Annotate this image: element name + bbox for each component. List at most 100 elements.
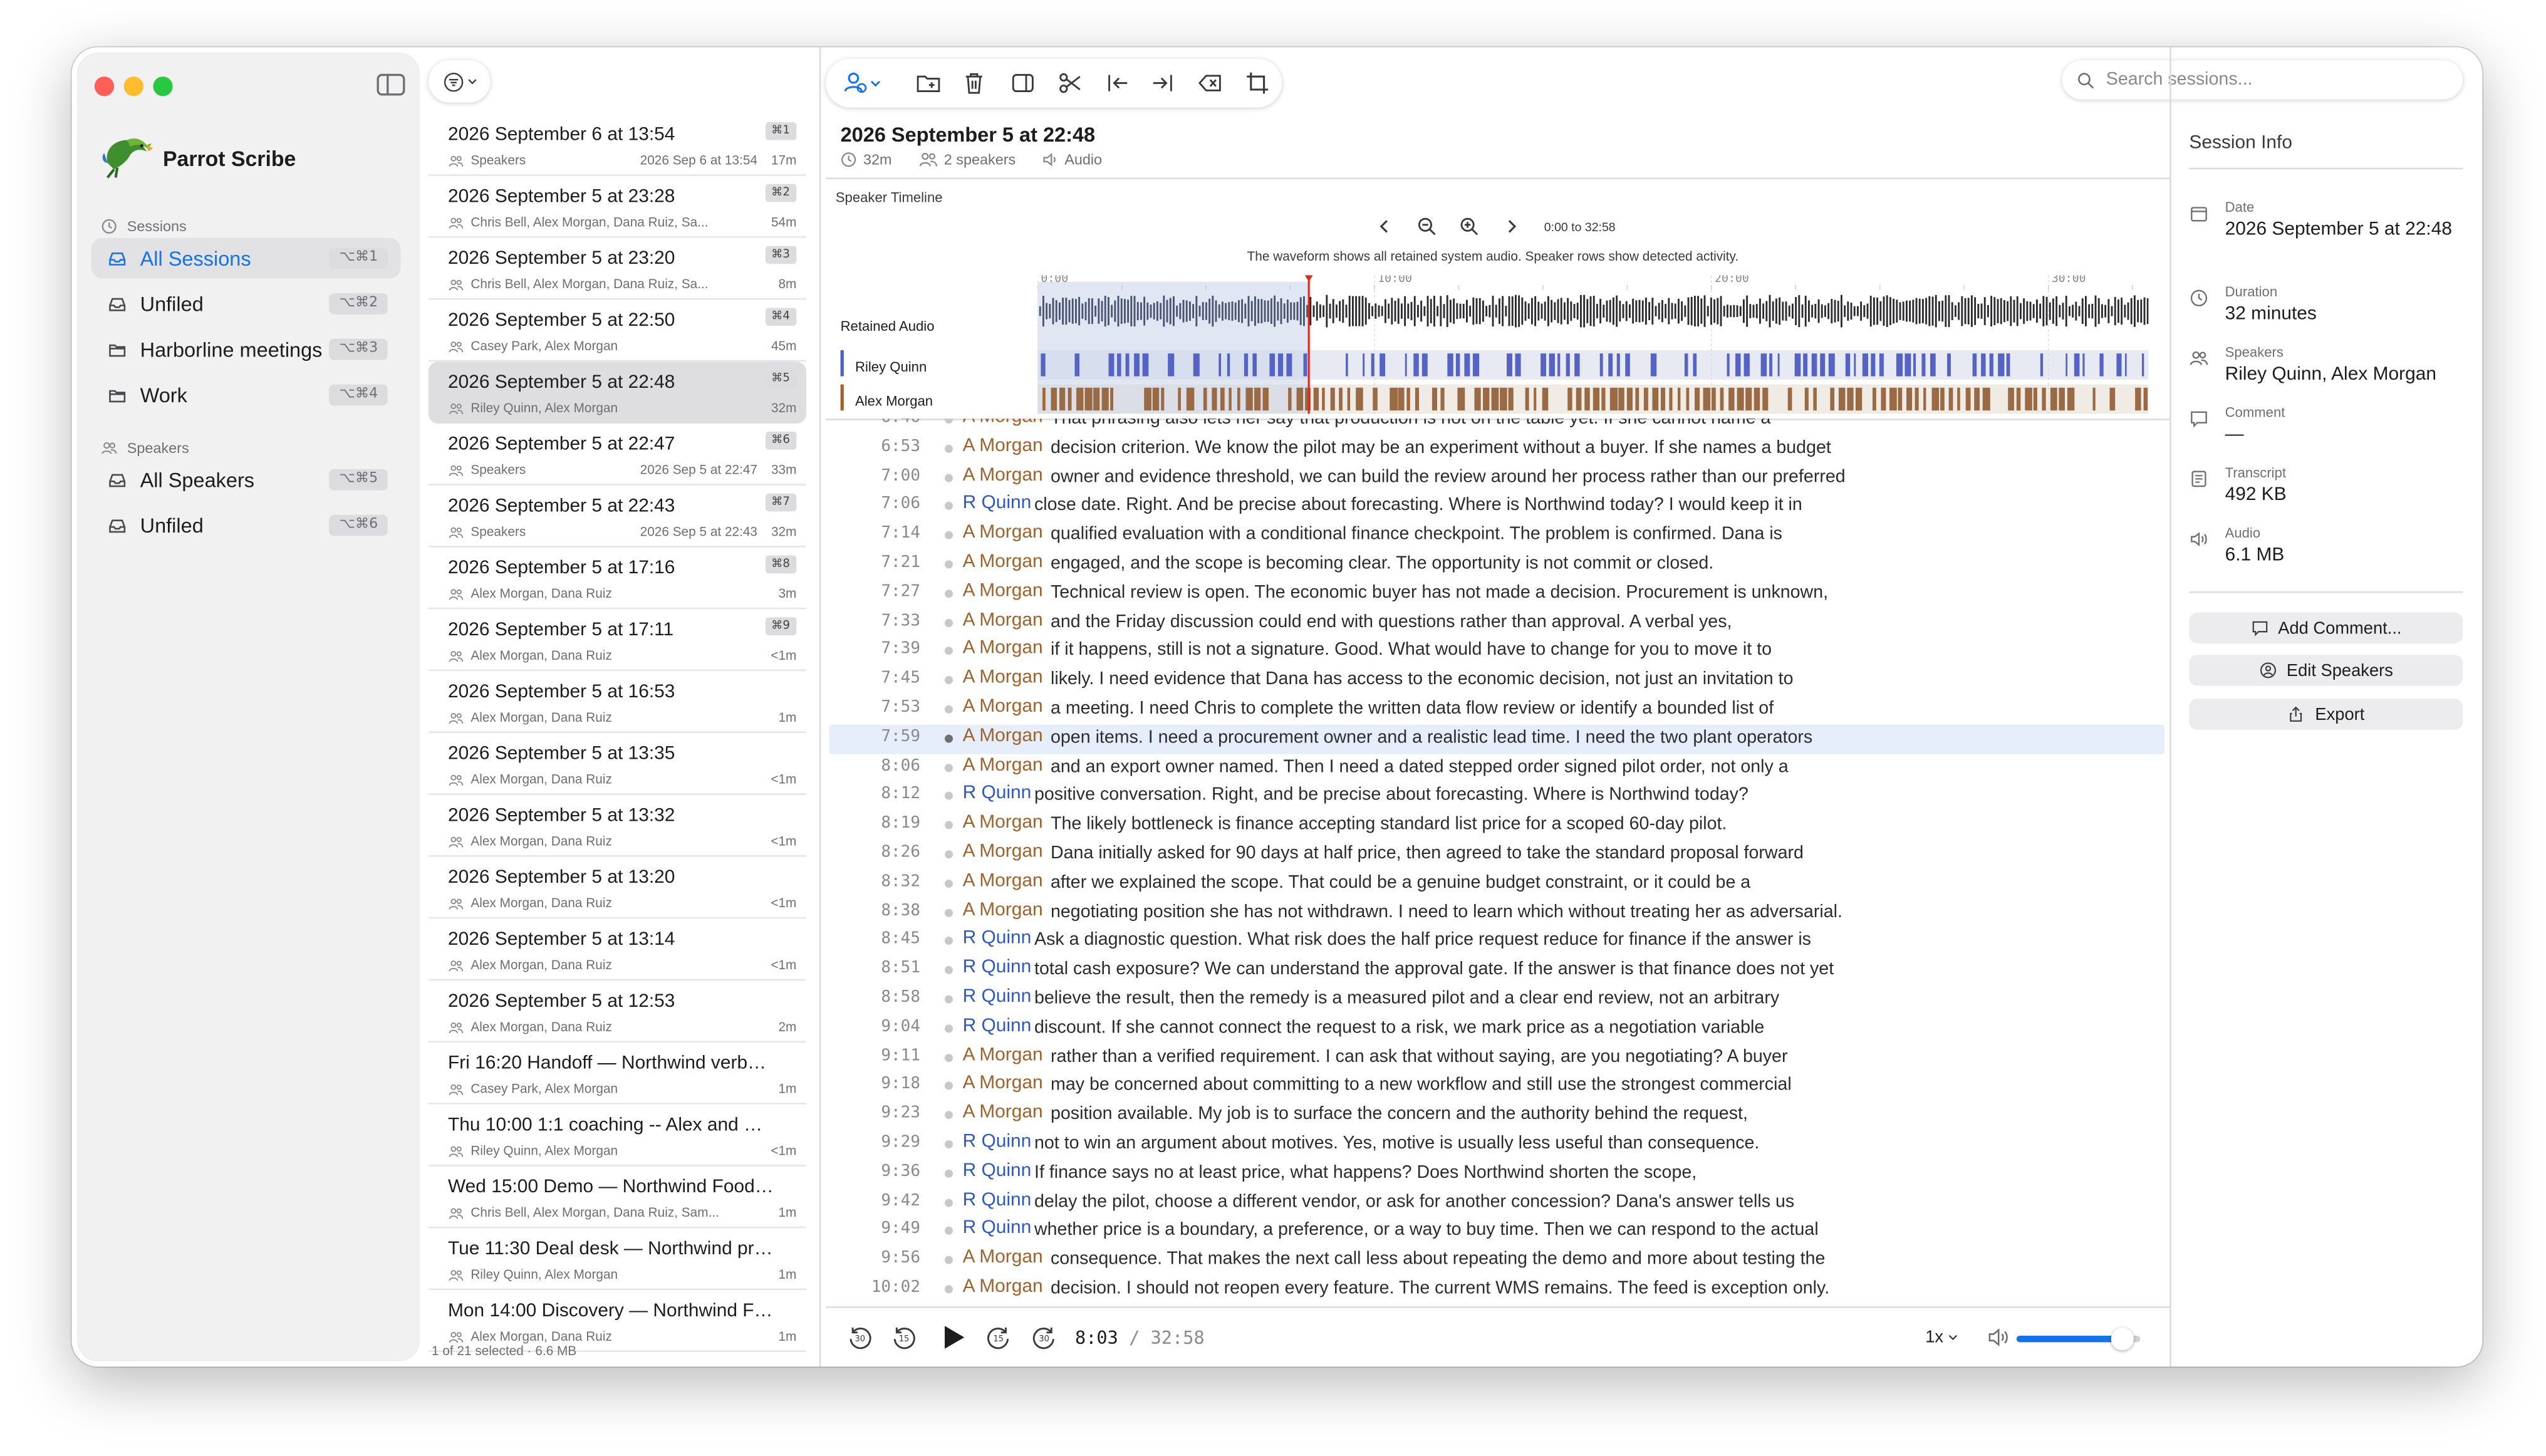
transcript-line[interactable]: 7:27 A Morgan Technical review is open. Th…	[829, 580, 2164, 608]
delete-backward-icon[interactable]	[1197, 70, 1224, 96]
speaker-name[interactable]: A Morgan	[963, 419, 1043, 427]
speaker-name[interactable]: R Quinn	[963, 929, 1032, 949]
export-button[interactable]: Export	[2189, 699, 2463, 730]
close-window-button[interactable]	[94, 76, 114, 96]
speaker-name[interactable]: A Morgan	[963, 668, 1043, 687]
speaker-name[interactable]: R Quinn	[963, 1016, 1032, 1036]
speaker-name[interactable]: A Morgan	[963, 639, 1043, 658]
transcript-line[interactable]: 6:46 A Morgan That phrasing also lets her …	[829, 419, 2164, 434]
sidebar-item-harborline-meetings[interactable]: Harborline meetings ⌥⌘3	[91, 329, 401, 370]
speaker-name[interactable]: R Quinn	[963, 1132, 1032, 1152]
transcript-line[interactable]: 7:21 A Morgan engaged, and the scope is be…	[829, 551, 2164, 580]
session-row[interactable]: 2026 September 5 at 17:16 Alex Morgan, Da…	[428, 548, 806, 610]
speaker-name[interactable]: A Morgan	[963, 1277, 1043, 1296]
trash-icon[interactable]	[961, 70, 987, 96]
minimize-window-button[interactable]	[123, 76, 143, 96]
transcript-line[interactable]: 8:51 R Quinn total cash exposure? We can u…	[829, 957, 2164, 985]
session-row[interactable]: 2026 September 5 at 12:53 Alex Morgan, Da…	[428, 980, 806, 1043]
transcript-line[interactable]: 9:23 A Morgan position available. My job i…	[829, 1101, 2164, 1130]
speaker-name[interactable]: A Morgan	[963, 697, 1043, 717]
speaker-name[interactable]: R Quinn	[963, 1219, 1032, 1239]
speaker-name[interactable]: R Quinn	[963, 494, 1032, 514]
session-row[interactable]: 2026 September 5 at 13:20 Alex Morgan, Da…	[428, 857, 806, 919]
transcript-line[interactable]: 9:42 R Quinn delay the pilot, choose a dif…	[829, 1188, 2164, 1217]
speaker-name[interactable]: R Quinn	[963, 987, 1032, 1006]
trim-start-icon[interactable]	[1104, 70, 1131, 96]
transcript-line[interactable]: 9:49 R Quinn whether price is a boundary, …	[829, 1217, 2164, 1246]
speaker-name[interactable]: A Morgan	[963, 552, 1043, 571]
transcript-line[interactable]: 7:45 A Morgan likely. I need evidence that…	[829, 667, 2164, 695]
speaker-timeline[interactable]: 0:00 10:00 20:00 30:00	[1037, 275, 2149, 422]
transcript-line[interactable]: 8:26 A Morgan Dana initially asked for 90 …	[829, 840, 2164, 869]
chevron-right-icon[interactable]	[1502, 217, 1521, 236]
speaker-name[interactable]: A Morgan	[963, 436, 1043, 455]
transcript-line[interactable]: 9:29 R Quinn not to win an argument about …	[829, 1130, 2164, 1159]
assign-speaker-button[interactable]	[842, 70, 881, 96]
speaker-name[interactable]: A Morgan	[963, 871, 1043, 890]
sidebar-item-all-speakers[interactable]: All Speakers ⌥⌘5	[91, 459, 401, 500]
session-row[interactable]: 2026 September 5 at 17:11 Alex Morgan, Da…	[428, 609, 806, 672]
play-button[interactable]	[937, 1321, 969, 1354]
session-row[interactable]: 2026 September 5 at 22:48 Riley Quinn, Al…	[428, 361, 806, 424]
session-row[interactable]: 2026 September 5 at 22:50 Casey Park, Ale…	[428, 299, 806, 362]
session-row[interactable]: 2026 September 5 at 22:43 Speakers 2026 Se…	[428, 486, 806, 548]
session-row[interactable]: Mon 14:00 Discovery — Northwind Fo... Ale…	[428, 1290, 806, 1352]
trim-end-icon[interactable]	[1150, 70, 1177, 96]
transcript-line[interactable]: 8:45 R Quinn Ask a diagnostic question. Wh…	[829, 927, 2164, 956]
transcript-line[interactable]: 9:56 A Morgan consequence. That makes the …	[829, 1246, 2164, 1275]
zoom-out-icon[interactable]	[1417, 217, 1437, 236]
transcript-line[interactable]: 8:58 R Quinn believe the result, then the …	[829, 985, 2164, 1014]
transcript-line[interactable]: 7:53 A Morgan a meeting. I need Chris to c…	[829, 695, 2164, 724]
session-row[interactable]: 2026 September 5 at 13:35 Alex Morgan, Da…	[428, 733, 806, 795]
volume-knob[interactable]	[2110, 1328, 2133, 1351]
session-row[interactable]: 2026 September 6 at 13:54 Speakers 2026 Se…	[428, 114, 806, 176]
transcript-line[interactable]: 7:39 A Morgan if it happens, still is not …	[829, 638, 2164, 667]
speaker-name[interactable]: A Morgan	[963, 813, 1043, 833]
transcript-line[interactable]: 9:04 R Quinn discount. If she cannot conne…	[829, 1014, 2164, 1043]
session-row[interactable]: Fri 16:20 Handoff — Northwind verbal... C…	[428, 1043, 806, 1105]
zoom-in-icon[interactable]	[1460, 217, 1479, 236]
transcript-line[interactable]: 7:00 A Morgan owner and evidence threshold…	[829, 464, 2164, 492]
transcript-line[interactable]: 9:11 A Morgan rather than a verified requi…	[829, 1043, 2164, 1072]
volume-slider[interactable]	[2016, 1328, 2141, 1351]
search-input[interactable]: Search sessions...	[2062, 60, 2463, 100]
session-row[interactable]: 2026 September 5 at 23:28 Chris Bell, Ale…	[428, 176, 806, 238]
speaker-name[interactable]: A Morgan	[963, 1103, 1043, 1123]
transcript-line[interactable]: 6:53 A Morgan decision criterion. We know …	[829, 435, 2164, 464]
speaker-name[interactable]: A Morgan	[963, 610, 1043, 630]
speaker-name[interactable]: R Quinn	[963, 1161, 1032, 1180]
speaker-name[interactable]: A Morgan	[963, 523, 1043, 543]
session-row[interactable]: Tue 11:30 Deal desk — Northwind pric... R…	[428, 1228, 806, 1291]
speaker-name[interactable]: R Quinn	[963, 1190, 1032, 1209]
zoom-window-button[interactable]	[153, 76, 173, 96]
edit-speakers-button[interactable]: Edit Speakers	[2189, 655, 2463, 686]
crop-icon[interactable]	[1244, 70, 1270, 96]
transcript-line[interactable]: 8:12 R Quinn positive conversation. Right,…	[829, 783, 2164, 811]
speaker-name[interactable]: A Morgan	[963, 842, 1043, 861]
skip-back-30-button[interactable]: 30	[847, 1324, 873, 1351]
session-row[interactable]: 2026 September 5 at 23:20 Chris Bell, Ale…	[428, 238, 806, 300]
speaker-name[interactable]: A Morgan	[963, 465, 1043, 485]
filter-menu-button[interactable]	[428, 60, 491, 103]
sidebar-item-unfiled[interactable]: Unfiled ⌥⌘2	[91, 283, 401, 324]
scissors-icon[interactable]	[1057, 70, 1083, 96]
transcript-line[interactable]: 7:14 A Morgan qualified evaluation with a …	[829, 521, 2164, 550]
session-row[interactable]: Thu 10:00 1:1 coaching -- Alex and Ril..…	[428, 1105, 806, 1167]
transcript-line[interactable]: 7:33 A Morgan and the Friday discussion co…	[829, 608, 2164, 637]
transcript-line[interactable]: 9:36 R Quinn If finance says no at least p…	[829, 1159, 2164, 1188]
transcript-line[interactable]: 9:18 A Morgan may be concerned about commi…	[829, 1073, 2164, 1101]
session-row[interactable]: 2026 September 5 at 13:32 Alex Morgan, Da…	[428, 795, 806, 857]
speaker-name[interactable]: A Morgan	[963, 581, 1043, 601]
add-comment-button[interactable]: Add Comment...	[2189, 612, 2463, 643]
sidebar-item-all-sessions[interactable]: All Sessions ⌥⌘1	[91, 237, 401, 279]
transcript-line[interactable]: 7:59 A Morgan open items. I need a procure…	[829, 724, 2165, 754]
transcript-line[interactable]: 8:06 A Morgan and an export owner named. T…	[829, 754, 2164, 783]
sidebar-item-speakers-unfiled[interactable]: Unfiled ⌥⌘6	[91, 505, 401, 546]
transcript-line[interactable]: 10:02 A Morgan decision. I should not reop…	[829, 1276, 2164, 1304]
speaker-name[interactable]: A Morgan	[963, 1045, 1043, 1064]
chevron-left-icon[interactable]	[1374, 217, 1394, 236]
transcript-line[interactable]: 8:32 A Morgan after we explained the scope…	[829, 870, 2164, 898]
split-view-icon[interactable]	[1010, 70, 1036, 96]
transcript-line[interactable]: 7:06 R Quinn close date. Right. And be pre…	[829, 492, 2164, 521]
session-row[interactable]: 2026 September 5 at 22:47 Speakers 2026 Se…	[428, 424, 806, 486]
